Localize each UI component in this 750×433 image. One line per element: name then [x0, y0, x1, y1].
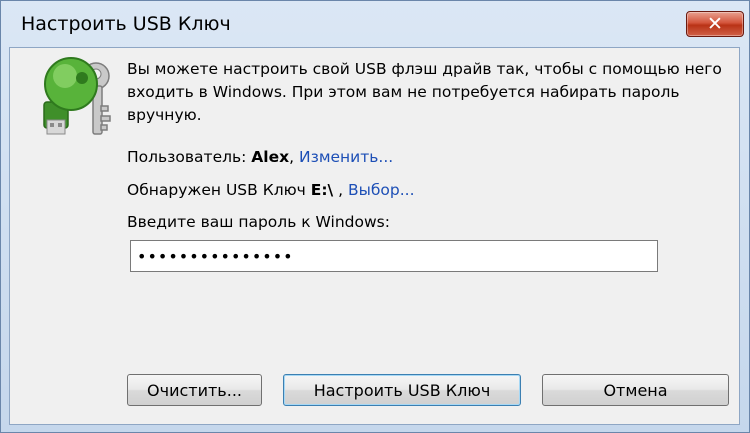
password-label: Введите ваш пароль к Windows:: [127, 213, 390, 231]
title-bar[interactable]: Настроить USB Ключ ✕: [1, 1, 749, 47]
select-usb-link[interactable]: Выбор...: [348, 181, 415, 199]
intro-text: Вы можете настроить свой USB флэш драйв …: [127, 60, 722, 124]
user-separator: ,: [289, 148, 299, 166]
window-title: Настроить USB Ключ: [21, 13, 231, 35]
close-button[interactable]: ✕: [686, 11, 744, 37]
cancel-button[interactable]: Отмена: [542, 374, 729, 406]
user-row: Пользователь: Alex, Изменить...: [127, 148, 393, 166]
usb-label: Обнаружен USB Ключ: [127, 181, 311, 199]
usb-drive: E:\: [310, 181, 334, 199]
user-name: Alex: [251, 148, 290, 166]
usb-row: Обнаружен USB Ключ E:\ , Выбор...: [127, 181, 415, 199]
close-icon: ✕: [707, 13, 723, 35]
usb-key-icon: [43, 57, 111, 135]
user-label: Пользователь:: [127, 148, 252, 166]
password-field[interactable]: [130, 240, 658, 272]
usb-separator: ,: [333, 181, 348, 199]
clear-button[interactable]: Очистить...: [127, 374, 262, 406]
dialog-content: Вы можете настроить свой USB флэш драйв …: [9, 47, 740, 425]
configure-usb-key-button[interactable]: Настроить USB Ключ: [283, 374, 521, 406]
change-user-link[interactable]: Изменить...: [299, 148, 393, 166]
dialog-window: Настроить USB Ключ ✕ Вы можете настроить…: [0, 0, 750, 433]
